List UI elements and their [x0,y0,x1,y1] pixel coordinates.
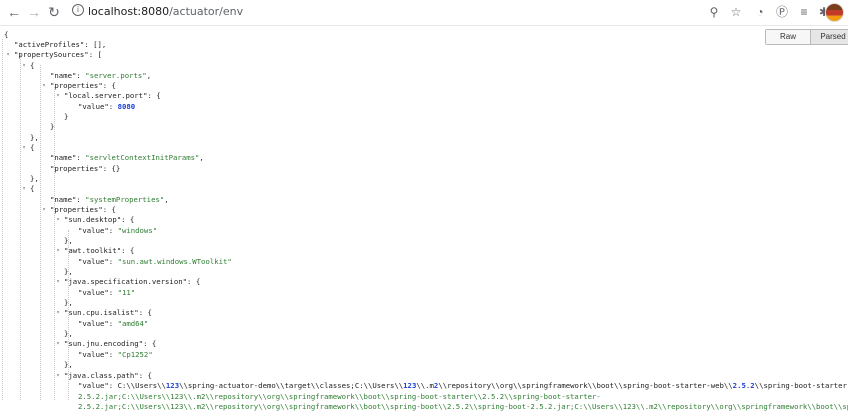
json-line: "local.server.port": { [64,91,161,100]
json-line: "properties": { [50,81,116,90]
json-line: "sun.cpu.isalist": { [64,308,152,317]
json-line: "sun.desktop": { [64,215,135,224]
back-arrow-icon[interactable]: ← [6,4,22,20]
json-line: "name": "servletContextInitParams", [50,153,204,162]
json-line: 2.5.2.jar;C:\\Users\\123\\.m2\\repositor… [78,402,848,411]
json-line: "value": "windows" [78,226,158,235]
json-line: "value": "11" [78,288,136,297]
indent-guide [54,87,56,400]
indent-guide [2,39,4,400]
extension-cl-icon[interactable]: ≡ [796,4,812,20]
json-line: 2.5.2.jar;C:\\Users\\123\\.m2\\repositor… [78,392,601,401]
json-line: "propertySources": [ [14,50,102,59]
json-line: "properties": { [50,205,116,214]
extension-icon[interactable]: ◔ [752,4,768,20]
json-line: "activeProfiles": [], [14,40,107,49]
json-line: "value": "Cp1252" [78,350,153,359]
json-line: "java.class.path": { [64,371,152,380]
json-line: "sun.jnu.encoding": { [64,339,157,348]
json-line: "name": "server.ports", [50,71,152,80]
json-viewer: { ▾"activeProfiles": [],"propertySources"… [0,25,848,413]
json-line: { [4,30,9,39]
indent-guide [40,65,42,400]
json-line: "value": 8080 [78,102,136,111]
json-line: "value": "sun.awt.windows.WToolkit" [78,257,232,266]
extension-c-icon[interactable]: Ⓟ [774,4,790,20]
browser-toolbar: ← → ↻ i localhost:8080/actuator/env ⚲ ☆ … [0,0,848,26]
json-line: { [30,61,35,70]
json-line: }, [30,133,39,142]
json-line: }, [30,174,39,183]
indent-guide [20,55,22,400]
reload-icon[interactable]: ↻ [46,4,62,20]
json-line: "value": "amd64" [78,319,149,328]
json-line: } [64,112,69,121]
json-line: "name": "systemProperties", [50,195,169,204]
json-line: "java.specification.version": { [64,277,201,286]
json-line: "awt.toolkit": { [64,246,135,255]
profile-avatar[interactable] [825,3,844,22]
url-host: localhost:8080 [88,5,170,18]
json-line: "value": C:\\Users\\123\\spring-actuator… [78,381,848,390]
json-line: { [30,143,35,152]
forward-arrow-icon[interactable]: → [26,4,42,20]
url-path: /actuator/env [169,5,244,18]
collapse-toggle-icon[interactable]: ▾ [4,50,12,60]
bookmark-star-icon[interactable]: ☆ [728,4,744,20]
json-line: "properties": {} [50,164,121,173]
address-bar[interactable]: localhost:8080/actuator/env [88,5,243,18]
site-info-icon[interactable]: i [72,4,84,16]
indent-guide [68,230,70,400]
json-line: { [30,184,35,193]
zoom-icon[interactable]: ⚲ [706,4,722,20]
